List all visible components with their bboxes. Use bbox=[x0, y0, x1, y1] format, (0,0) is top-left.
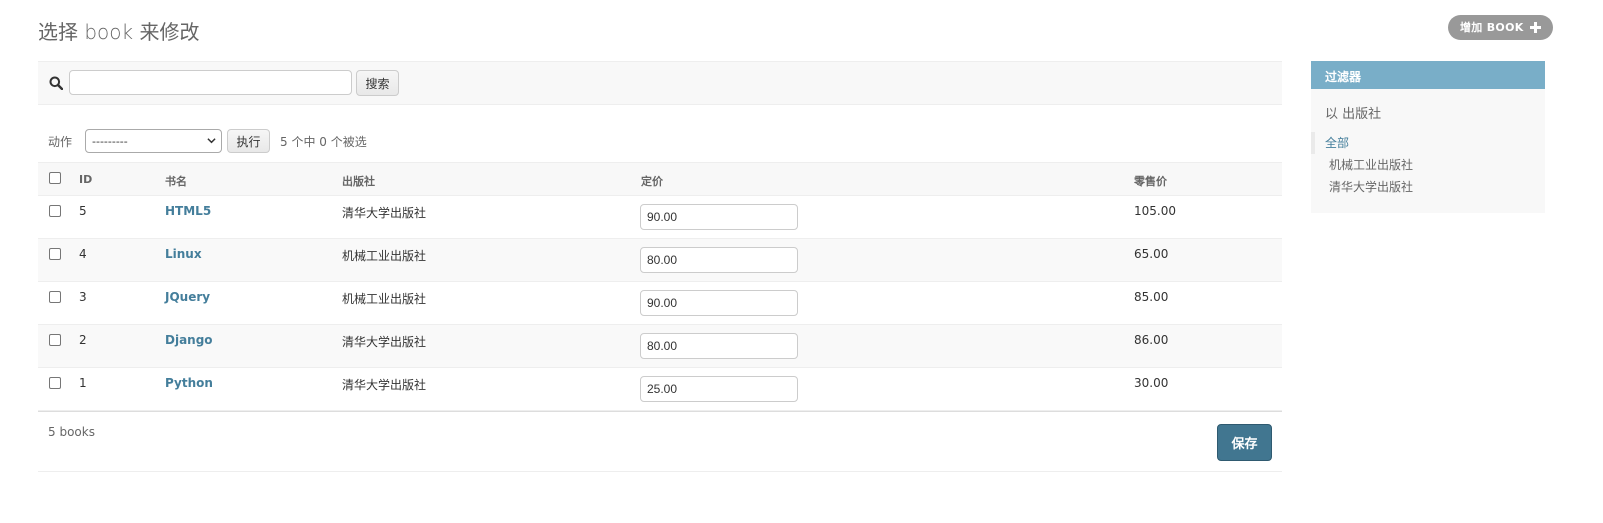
filter-by-label: 以 出版社 bbox=[1325, 107, 1382, 122]
cell-id: 4 bbox=[79, 247, 87, 261]
select-all-checkbox[interactable] bbox=[49, 172, 61, 184]
page-title: 选择 book 来修改 bbox=[38, 20, 200, 44]
table-row: 1 Python 清华大学出版社 30.00 bbox=[38, 368, 1282, 411]
book-link[interactable]: JQuery bbox=[165, 290, 210, 304]
cell-publisher: 清华大学出版社 bbox=[342, 335, 427, 349]
row-checkbox[interactable] bbox=[49, 291, 61, 303]
add-book-label: 增加 BOOK bbox=[1460, 21, 1524, 34]
cell-retail-price: 85.00 bbox=[1134, 290, 1169, 304]
cell-retail-price: 65.00 bbox=[1134, 247, 1169, 261]
price-input[interactable] bbox=[640, 290, 798, 316]
cell-publisher: 清华大学出版社 bbox=[342, 378, 427, 392]
column-header-name[interactable]: 书名 bbox=[165, 173, 187, 189]
go-button[interactable]: 执行 bbox=[227, 129, 271, 153]
paginator: 5 books bbox=[48, 425, 95, 439]
search-toolbar: 搜索 bbox=[38, 61, 1282, 105]
row-checkbox[interactable] bbox=[49, 377, 61, 389]
price-input[interactable] bbox=[640, 247, 798, 273]
cell-publisher: 机械工业出版社 bbox=[342, 292, 427, 306]
row-checkbox[interactable] bbox=[49, 248, 61, 260]
table-row: 4 Linux 机械工业出版社 65.00 bbox=[38, 239, 1282, 282]
action-select-value: --------- bbox=[92, 134, 128, 148]
price-input[interactable] bbox=[640, 333, 798, 359]
filter-title: 过滤器 bbox=[1311, 61, 1545, 89]
price-input[interactable] bbox=[640, 376, 798, 402]
filter-list: 全部 机械工业出版社 清华大学出版社 bbox=[1311, 132, 1545, 198]
filter-panel: 过滤器 以 出版社 全部 机械工业出版社 清华大学出版社 bbox=[1311, 61, 1545, 213]
cell-id: 1 bbox=[79, 376, 87, 390]
cell-id: 5 bbox=[79, 204, 87, 218]
cell-id: 3 bbox=[79, 290, 87, 304]
chevron-down-icon bbox=[207, 138, 216, 144]
cell-publisher: 清华大学出版社 bbox=[342, 206, 427, 220]
cell-retail-price: 105.00 bbox=[1134, 204, 1176, 218]
plus-icon bbox=[1529, 22, 1541, 33]
column-header-id[interactable]: ID bbox=[79, 173, 92, 186]
table-row: 3 JQuery 机械工业出版社 85.00 bbox=[38, 282, 1282, 325]
column-header-publisher[interactable]: 出版社 bbox=[342, 173, 375, 189]
search-button[interactable]: 搜索 bbox=[356, 70, 399, 96]
result-table: ID 书名 出版社 定价 零售价 5 HTML5 清华大学出版社 105.00 … bbox=[38, 162, 1282, 411]
table-row: 5 HTML5 清华大学出版社 105.00 bbox=[38, 196, 1282, 239]
action-counter: 5 个中 0 个被选 bbox=[280, 134, 367, 149]
search-icon bbox=[49, 76, 63, 90]
column-header-retail-price[interactable]: 零售价 bbox=[1134, 173, 1167, 189]
save-button[interactable]: 保存 bbox=[1217, 424, 1272, 461]
column-header-price[interactable]: 定价 bbox=[641, 173, 663, 189]
changelist-footer: 5 books 保存 bbox=[38, 411, 1282, 472]
add-book-button[interactable]: 增加 BOOK bbox=[1448, 15, 1553, 40]
search-input[interactable] bbox=[69, 70, 352, 95]
book-link[interactable]: HTML5 bbox=[165, 204, 211, 218]
filter-item-all[interactable]: 全部 bbox=[1311, 132, 1545, 154]
cell-id: 2 bbox=[79, 333, 87, 347]
book-link[interactable]: Linux bbox=[165, 247, 202, 261]
action-label: 动作 bbox=[48, 134, 73, 149]
cell-retail-price: 30.00 bbox=[1134, 376, 1169, 390]
price-input[interactable] bbox=[640, 204, 798, 230]
action-select[interactable]: --------- bbox=[85, 129, 223, 153]
row-checkbox[interactable] bbox=[49, 334, 61, 346]
table-row: 2 Django 清华大学出版社 86.00 bbox=[38, 325, 1282, 368]
book-link[interactable]: Django bbox=[165, 333, 213, 347]
actions-bar: 动作 --------- 执行 5 个中 0 个被选 bbox=[38, 128, 1282, 154]
book-link[interactable]: Python bbox=[165, 376, 213, 390]
table-header: ID 书名 出版社 定价 零售价 bbox=[38, 162, 1282, 196]
row-checkbox[interactable] bbox=[49, 205, 61, 217]
cell-retail-price: 86.00 bbox=[1134, 333, 1169, 347]
filter-item-publisher[interactable]: 清华大学出版社 bbox=[1311, 176, 1545, 198]
cell-publisher: 机械工业出版社 bbox=[342, 249, 427, 263]
filter-item-publisher[interactable]: 机械工业出版社 bbox=[1311, 154, 1545, 176]
